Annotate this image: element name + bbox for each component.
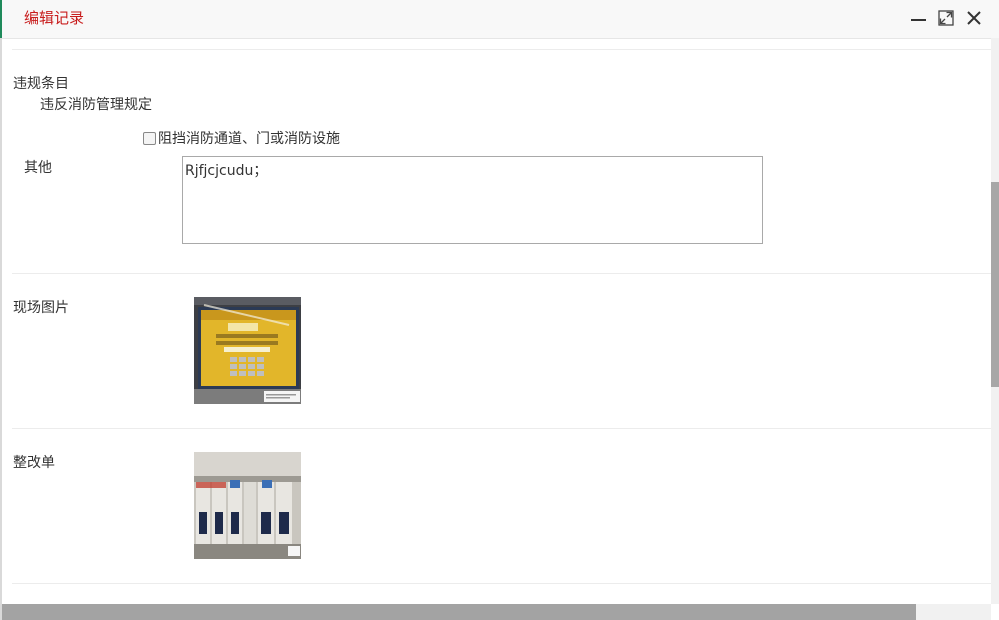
violation-section-label: 违规条目 (13, 76, 69, 92)
minimize-button[interactable] (908, 8, 928, 28)
maximize-button[interactable] (936, 8, 956, 28)
violation-option-label: 阻挡消防通道、门或消防设施 (158, 131, 340, 147)
horizontal-scrollbar[interactable] (2, 604, 991, 620)
rectification-photo-image (194, 452, 301, 559)
dialog-title: 编辑记录 (24, 9, 85, 27)
violation-category: 违反消防管理规定 (40, 97, 152, 113)
close-icon (967, 11, 981, 25)
divider (12, 273, 991, 274)
violation-option-checkbox[interactable] (143, 131, 156, 145)
scene-photos-label: 现场图片 (13, 300, 69, 316)
vertical-scrollbar[interactable] (991, 38, 999, 604)
divider (12, 583, 991, 584)
dialog-title-bar: 编辑记录 (2, 0, 999, 39)
scene-photo-thumbnail[interactable] (194, 297, 301, 404)
divider (12, 49, 991, 50)
rectification-label: 整改单 (13, 455, 55, 471)
maximize-icon (938, 10, 954, 26)
horizontal-scrollbar-thumb[interactable] (2, 604, 916, 620)
vertical-scrollbar-thumb[interactable] (991, 182, 999, 387)
other-textarea[interactable]: Rjfjcjcudu； (182, 156, 763, 244)
other-label: 其他 (24, 160, 52, 176)
rectification-photo-thumbnail[interactable] (194, 452, 301, 559)
close-button[interactable] (964, 8, 984, 28)
dialog-content: 违规条目 违反消防管理规定 阻挡消防通道、门或消防设施 其他 Rjfjcjcud… (2, 39, 991, 604)
violation-option[interactable]: 阻挡消防通道、门或消防设施 (143, 128, 340, 148)
minimize-icon (910, 15, 926, 21)
scene-photo-image (194, 297, 301, 404)
divider (12, 428, 991, 429)
